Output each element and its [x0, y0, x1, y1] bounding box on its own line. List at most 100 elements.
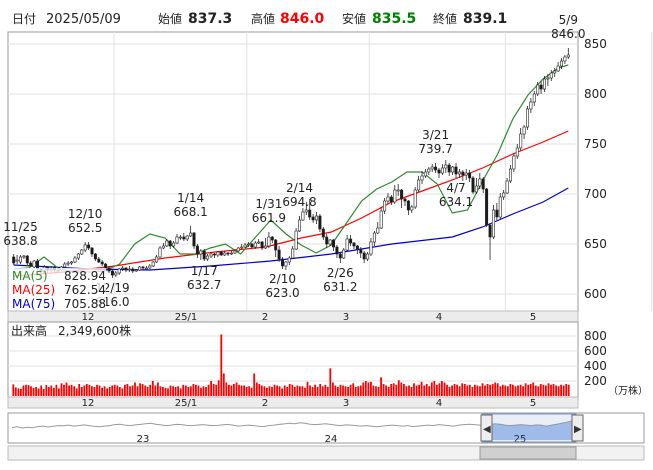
volume-bar — [329, 368, 332, 397]
candle-body — [202, 250, 206, 260]
volume-bar — [207, 384, 210, 397]
volume-bar — [169, 385, 172, 396]
volume-bar — [116, 385, 119, 396]
volume-bar — [111, 385, 114, 396]
volume-bar — [96, 384, 98, 397]
volume-bar — [524, 383, 527, 397]
candle-body — [148, 265, 152, 269]
volume-bar — [157, 382, 159, 396]
legend-ma5-value: 828.94 — [64, 269, 106, 283]
annotation-date: 4/7 — [446, 181, 465, 195]
navigator-selection[interactable] — [481, 413, 577, 443]
horizontal-scrollbar[interactable] — [7, 445, 645, 461]
volume-bar — [342, 385, 344, 396]
volume-bar — [45, 385, 48, 396]
annotation-value: 661.9 — [252, 211, 286, 225]
candle-body — [451, 166, 455, 173]
legend-ma25-label: MA(25) — [12, 283, 55, 297]
scrollbar-thumb[interactable] — [479, 446, 577, 460]
volume-bar — [349, 384, 352, 397]
ma-legend: MA(5) 828.94 MA(25) 762.54 MA(75) 705.88 — [10, 268, 106, 311]
candle-body — [427, 168, 431, 173]
volume-bar — [255, 382, 258, 396]
volume-bar — [309, 385, 311, 396]
volume-bar — [357, 386, 360, 397]
candle-body — [471, 177, 475, 193]
volume-bar — [453, 384, 456, 396]
volume-bar — [233, 384, 235, 396]
candle-body — [178, 236, 182, 239]
range-navigator[interactable]: 23 24 25 ◀ ▶ — [7, 412, 645, 445]
candle-body — [263, 245, 267, 249]
candle-body — [400, 189, 404, 200]
volume-bar — [70, 384, 73, 397]
date-axis-label: 25/1 — [175, 312, 197, 323]
volume-bar — [149, 384, 152, 397]
volume-bar — [299, 386, 301, 397]
candle — [491, 205, 495, 239]
volume-bar — [60, 383, 63, 397]
annotation-value: 739.7 — [418, 142, 452, 156]
volume-tick-label: 400 — [584, 359, 607, 373]
candle-body — [529, 101, 533, 110]
candle-body — [270, 236, 274, 241]
volume-tick-label: 600 — [584, 344, 607, 358]
annotation-value: 632.7 — [187, 278, 221, 292]
candle-body — [124, 267, 128, 271]
candle-body — [260, 241, 264, 249]
candle-body — [127, 268, 131, 271]
legend-ma5-label: MA(5) — [12, 269, 48, 283]
candle-body — [440, 167, 444, 174]
volume-bar — [215, 384, 218, 397]
volume-bar — [438, 383, 441, 397]
navigator-left-handle[interactable]: ◀ — [480, 414, 493, 442]
volume-bar — [527, 384, 530, 397]
candle-body — [107, 267, 111, 272]
stock-chart[interactable]: 日付 2025/05/09 始値 837.3 高値 846.0 安値 835.5… — [0, 0, 653, 470]
volume-bar — [370, 381, 372, 397]
volume-bar — [486, 384, 489, 396]
volume-bar — [93, 387, 96, 396]
candle-body — [22, 255, 26, 258]
date-axis-label: 12 — [82, 312, 95, 323]
volume-bar — [268, 386, 271, 397]
svg-text:◀: ◀ — [483, 424, 491, 435]
annotation-date: 5/9 — [559, 13, 578, 27]
volume-bar — [413, 383, 415, 397]
volume-bar — [50, 385, 53, 396]
volume-bar — [141, 384, 144, 396]
volume-bar — [75, 388, 78, 396]
candle-body — [206, 255, 210, 260]
date-axis-label: 2 — [262, 398, 268, 409]
volume-bar — [326, 387, 329, 396]
volume-bar — [552, 384, 555, 396]
volume-bar — [146, 387, 149, 396]
candle-body — [338, 253, 342, 259]
candle-body — [63, 263, 67, 268]
candle-body — [110, 270, 114, 276]
volume-bar — [471, 387, 474, 396]
volume-bar — [380, 377, 382, 397]
volume-bar — [179, 388, 182, 396]
volume-bar — [136, 386, 139, 397]
candle-body — [383, 200, 387, 212]
low-label: 安値 — [342, 11, 366, 26]
volume-bar — [332, 382, 334, 396]
candle-body — [195, 245, 199, 255]
annotation-value: 652.5 — [68, 221, 102, 235]
candle-body — [454, 166, 458, 175]
candle-body — [498, 196, 502, 218]
volume-bar — [273, 384, 276, 397]
annotation-date: 2/26 — [327, 266, 354, 280]
volume-bar — [134, 382, 136, 396]
candle-body — [15, 259, 19, 262]
navigator-right-handle[interactable]: ▶ — [571, 414, 584, 442]
volume-bar — [162, 387, 164, 396]
volume-bar — [534, 385, 537, 396]
volume-bar — [319, 384, 322, 396]
candle-body — [369, 241, 373, 255]
volume-bar — [189, 386, 192, 397]
volume-bar — [347, 387, 349, 396]
candle-body — [114, 272, 118, 276]
candle-body — [209, 253, 213, 257]
